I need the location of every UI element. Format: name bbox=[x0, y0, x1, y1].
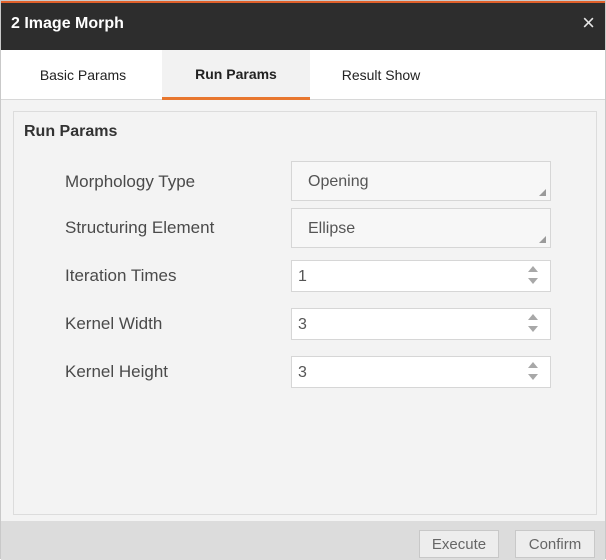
structuring-element-label: Structuring Element bbox=[65, 218, 215, 237]
section-title: Run Params bbox=[24, 123, 118, 140]
spinner-arrows[interactable] bbox=[528, 264, 540, 288]
structuring-element-select[interactable]: Ellipse bbox=[291, 208, 551, 248]
kernel-width-spinbox[interactable]: 3 bbox=[291, 308, 551, 340]
close-icon[interactable]: × bbox=[582, 12, 595, 34]
confirm-button[interactable]: Confirm bbox=[515, 530, 595, 558]
kernel-width-label: Kernel Width bbox=[65, 314, 163, 333]
morphology-type-select[interactable]: Opening bbox=[291, 161, 551, 201]
dropdown-corner-icon bbox=[539, 236, 546, 243]
spin-up-icon[interactable] bbox=[528, 362, 538, 368]
iteration-times-label: Iteration Times bbox=[65, 266, 177, 285]
structuring-element-value: Ellipse bbox=[308, 220, 356, 237]
spin-down-icon[interactable] bbox=[528, 278, 538, 284]
image-morph-dialog: 2 Image Morph × Basic Params Run Params … bbox=[0, 0, 606, 560]
spinner-arrows[interactable] bbox=[528, 360, 540, 384]
spin-up-icon[interactable] bbox=[528, 314, 538, 320]
spin-up-icon[interactable] bbox=[528, 266, 538, 272]
execute-button[interactable]: Execute bbox=[419, 530, 499, 558]
dropdown-corner-icon bbox=[539, 189, 546, 196]
spin-down-icon[interactable] bbox=[528, 374, 538, 380]
tab-bar: Basic Params Run Params Result Show bbox=[1, 50, 605, 100]
dialog-title: 2 Image Morph bbox=[11, 15, 124, 32]
kernel-height-value: 3 bbox=[298, 364, 307, 381]
kernel-height-spinbox[interactable]: 3 bbox=[291, 356, 551, 388]
tab-result-show[interactable]: Result Show bbox=[326, 50, 436, 100]
morphology-type-value: Opening bbox=[308, 173, 369, 190]
tab-run-params[interactable]: Run Params bbox=[162, 50, 310, 100]
kernel-height-label: Kernel Height bbox=[65, 362, 169, 381]
spin-down-icon[interactable] bbox=[528, 326, 538, 332]
tab-basic-params[interactable]: Basic Params bbox=[13, 50, 153, 100]
iteration-times-value: 1 bbox=[298, 268, 307, 285]
iteration-times-spinbox[interactable]: 1 bbox=[291, 260, 551, 292]
kernel-width-value: 3 bbox=[298, 316, 307, 333]
title-bar[interactable]: 2 Image Morph × bbox=[1, 1, 605, 50]
morphology-type-label: Morphology Type bbox=[65, 172, 196, 191]
spinner-arrows[interactable] bbox=[528, 312, 540, 336]
